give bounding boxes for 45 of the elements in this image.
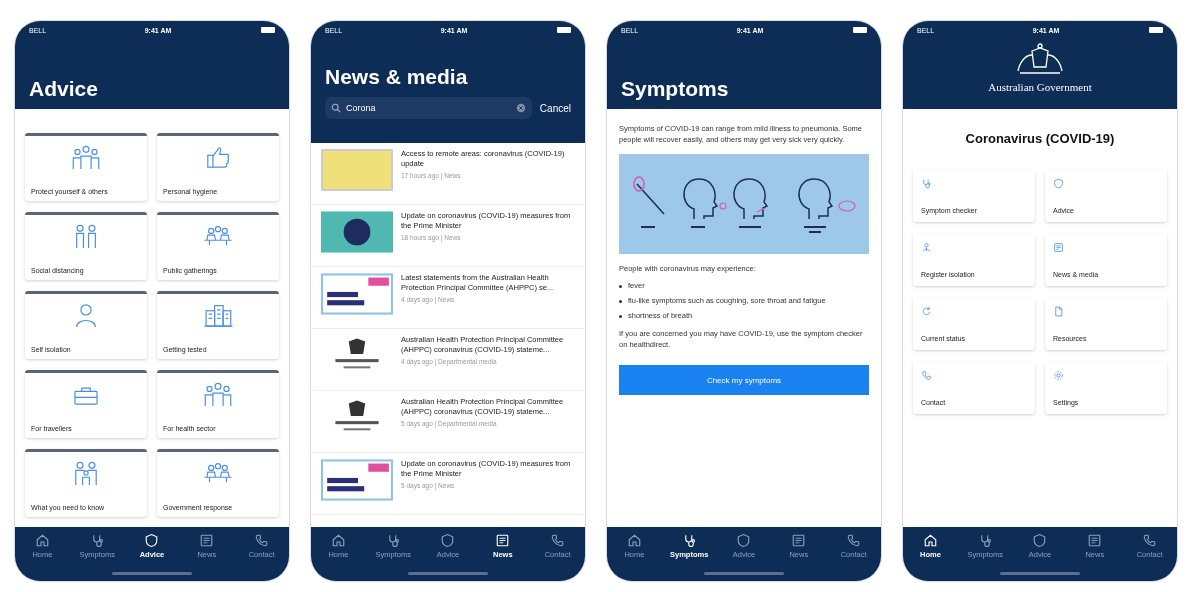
newspaper-icon (791, 533, 807, 548)
battery-icon (557, 27, 571, 33)
home-icon (34, 533, 50, 548)
battery-icon (1149, 27, 1163, 33)
screen-heading: Coronavirus (COVID-19) (964, 131, 1116, 146)
document-icon (1053, 306, 1064, 317)
battery-icon (261, 27, 275, 33)
home-icon (626, 533, 642, 548)
phone-icon (550, 533, 566, 548)
newspaper-icon (1053, 242, 1064, 253)
home-icon (330, 533, 346, 548)
bullet-icon (619, 300, 622, 303)
newspaper-icon (1087, 533, 1103, 548)
phone-icon (921, 370, 932, 381)
search-icon (331, 103, 341, 113)
shield-icon (440, 533, 456, 548)
phone-icon (846, 533, 862, 548)
cancel-button[interactable]: Cancel (539, 102, 571, 114)
page-title: News & media (325, 65, 469, 89)
bullet-icon (619, 315, 622, 318)
newspaper-icon (495, 533, 511, 548)
home-icon (922, 533, 938, 548)
shield-icon (736, 533, 752, 548)
battery-icon (853, 27, 867, 33)
bullet-icon (619, 285, 622, 288)
page-title: Advice (29, 77, 99, 101)
refresh-icon (921, 306, 932, 317)
shield-icon (144, 533, 160, 548)
phone-icon (254, 533, 270, 548)
phone-icon (1142, 533, 1158, 548)
building-icon (201, 302, 235, 328)
statement-thumbnail-drawing (321, 459, 393, 501)
settings-icon (1053, 370, 1064, 381)
check-symptoms-button[interactable]: Check my symptoms (619, 365, 869, 395)
government-wordmark: Australian Government (988, 81, 1092, 93)
stethoscope-icon (921, 178, 932, 189)
search-field[interactable]: Corona (325, 97, 532, 119)
clear-icon[interactable] (515, 103, 526, 113)
page-title: Symptoms (621, 77, 730, 101)
statement-thumbnail-drawing (321, 273, 393, 315)
shield-icon (1053, 178, 1064, 189)
photo-placeholder (321, 149, 393, 191)
shield-icon (1032, 533, 1048, 548)
newspaper-icon (199, 533, 215, 548)
logo-thumbnail-drawing (321, 211, 393, 253)
